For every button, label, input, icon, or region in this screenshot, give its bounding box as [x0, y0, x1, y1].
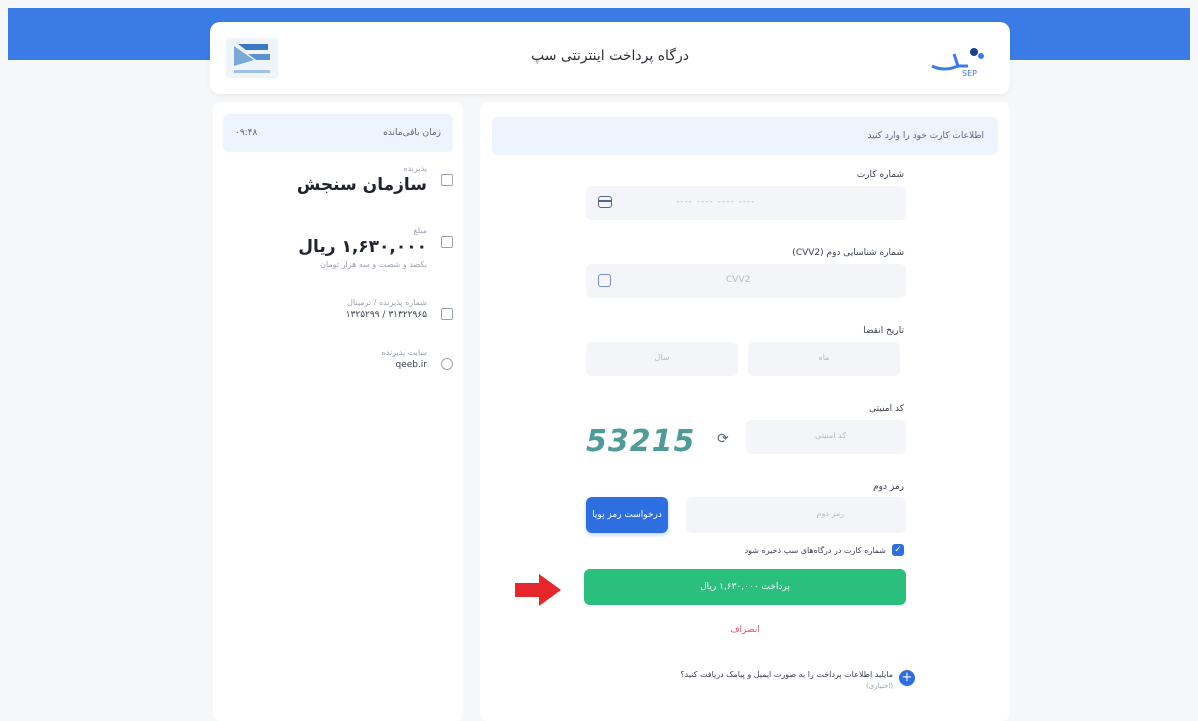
- otp-placeholder: رمز دوم: [816, 509, 844, 518]
- captcha-label: کد امنیتی: [869, 404, 904, 414]
- expiry-year-input[interactable]: سال: [586, 342, 738, 376]
- page-title: درگاه پرداخت اینترنتی سپ: [531, 48, 689, 64]
- timer-label: زمان باقی‌مانده: [383, 128, 441, 138]
- form-heading: اطلاعات کارت خود را وارد کنید: [492, 117, 998, 155]
- otp-input[interactable]: رمز دوم: [686, 497, 906, 533]
- website-value: qeeb.ir: [395, 360, 427, 370]
- keypad-icon[interactable]: [598, 274, 611, 287]
- receipt-option[interactable]: + مایلید اطلاعات پرداخت را به صورت ایمیل…: [680, 670, 915, 690]
- save-card-checkbox[interactable]: ✓: [892, 544, 904, 556]
- sep-logo: SEP: [931, 48, 984, 78]
- month-placeholder: ماه: [818, 353, 830, 362]
- store-icon: [441, 174, 453, 186]
- money-icon: [441, 236, 453, 248]
- timer-box: زمان باقی‌مانده ۰۹:۴۸: [223, 114, 453, 152]
- receipt-optional: (اختیاری): [866, 682, 893, 690]
- refresh-icon[interactable]: ⟳: [717, 431, 729, 447]
- amount-value: ۱,۶۳۰,۰۰۰ ریال: [298, 237, 427, 257]
- card-number-input[interactable]: ---- ---- ---- ----: [586, 186, 906, 220]
- pay-button[interactable]: پرداخت ۱,۶۳۰,۰۰۰ ریال: [584, 569, 906, 605]
- svg-text:SEP: SEP: [962, 69, 977, 78]
- card-number-label: شماره کارت: [856, 170, 904, 180]
- request-otp-button[interactable]: درخواست رمز پویا: [586, 497, 668, 533]
- payment-summary-panel: زمان باقی‌مانده ۰۹:۴۸ پذیرنده سازمان سنج…: [213, 102, 463, 721]
- save-card-text: شماره کارت در درگاه‌های سپ ذخیره شود: [744, 545, 886, 555]
- merchant-label: پذیرنده: [403, 164, 427, 173]
- cvv2-label: شماره شناسایی دوم (CVV2): [792, 248, 904, 258]
- save-card-option[interactable]: ✓ شماره کارت در درگاه‌های سپ ذخیره شود: [745, 544, 904, 556]
- card-form: اطلاعات کارت خود را وارد کنید شماره کارت…: [480, 102, 1010, 721]
- amount-label: مبلغ: [413, 226, 427, 235]
- year-placeholder: سال: [654, 353, 670, 362]
- cvv2-placeholder: CVV2: [726, 275, 751, 285]
- timer-value: ۰۹:۴۸: [235, 128, 258, 138]
- credit-card-icon: [598, 196, 612, 208]
- terminal-label: شماره پذیرنده / ترمینال: [347, 298, 427, 307]
- expiry-label: تاریخ انقضا: [863, 326, 904, 336]
- receipt-question: مایلید اطلاعات پرداخت را به صورت ایمیل و…: [680, 670, 893, 679]
- amount-words: یکصد و شصت و سه هزار تومان: [320, 260, 427, 269]
- otp-label: رمز دوم: [873, 482, 904, 492]
- expiry-month-input[interactable]: ماه: [748, 342, 900, 376]
- cancel-link[interactable]: انصراف: [480, 625, 1010, 635]
- terminal-value: ۳۱۳۲۲۹۶۵ / ۱۳۲۵۲۹۹: [345, 310, 427, 320]
- plus-icon[interactable]: +: [899, 670, 915, 686]
- website-label: سایت پذیرنده: [381, 348, 427, 357]
- captcha-placeholder: کد امنیتی: [815, 431, 846, 440]
- captcha-image: 53215: [586, 424, 696, 459]
- terminal-icon: [441, 308, 453, 320]
- card-number-placeholder: ---- ---- ---- ----: [676, 197, 756, 207]
- header-bar: درگاه پرداخت اینترنتی سپ SEP: [210, 22, 1010, 94]
- globe-icon: [441, 358, 453, 370]
- cvv2-input[interactable]: CVV2: [586, 264, 906, 298]
- merchant-name: سازمان سنجش: [296, 175, 427, 195]
- captcha-input[interactable]: کد امنیتی: [746, 420, 906, 454]
- red-arrow-icon: [515, 574, 561, 606]
